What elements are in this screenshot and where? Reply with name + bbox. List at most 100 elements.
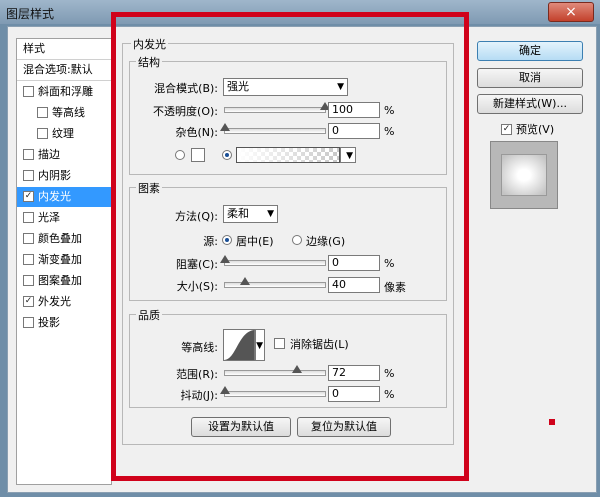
contour-curve-icon <box>224 330 254 360</box>
inner-glow-title: 内发光 <box>131 36 168 52</box>
style-item-label: 颜色叠加 <box>38 232 82 245</box>
gradient-radio[interactable] <box>222 150 232 160</box>
styles-header[interactable]: 样式 <box>17 39 111 60</box>
checkbox-icon[interactable] <box>23 232 34 244</box>
jitter-slider[interactable] <box>220 386 326 397</box>
size-input[interactable]: 40 <box>328 277 380 293</box>
chevron-down-icon: ▼ <box>346 151 353 161</box>
blend-mode-label: 混合模式(B): <box>154 82 218 95</box>
style-item-drop-shadow[interactable]: 投影 <box>17 313 117 333</box>
style-item-gradient-overlay[interactable]: 渐变叠加 <box>17 250 117 270</box>
blend-options-default[interactable]: 混合选项:默认 <box>17 60 111 81</box>
cancel-button[interactable]: 取消 <box>477 68 583 88</box>
checkbox-icon[interactable] <box>23 148 34 160</box>
noise-slider[interactable] <box>220 123 326 134</box>
slider-thumb[interactable] <box>220 255 230 263</box>
style-item-satin[interactable]: 光泽 <box>17 208 117 228</box>
source-center-radio[interactable] <box>222 235 232 245</box>
source-center-label[interactable]: 居中(E) <box>236 233 274 249</box>
layer-style-window: 图层样式 × 样式 混合选项:默认 斜面和浮雕 等高线 纹理 描边 内阴影 ✓ 内… <box>0 0 600 497</box>
preview-thumbnail <box>501 154 547 196</box>
close-icon[interactable]: × <box>565 4 577 20</box>
style-item-inner-shadow[interactable]: 内阴影 <box>17 166 117 186</box>
style-item-label: 斜面和浮雕 <box>38 85 93 98</box>
range-slider[interactable] <box>224 365 326 376</box>
size-unit: 像素 <box>384 281 406 294</box>
make-default-button[interactable]: 设置为默认值 <box>191 417 291 437</box>
style-item-stroke[interactable]: 描边 <box>17 145 117 165</box>
slider-thumb[interactable] <box>240 277 250 285</box>
checkbox-icon[interactable] <box>23 253 34 265</box>
glow-gradient-picker[interactable] <box>236 147 340 163</box>
choke-unit: % <box>384 257 395 270</box>
range-input[interactable]: 72 <box>328 365 380 381</box>
checkbox-icon[interactable] <box>23 169 34 181</box>
checkbox-icon[interactable] <box>23 211 34 223</box>
style-item-bevel-emboss[interactable]: 斜面和浮雕 <box>17 82 117 102</box>
noise-input[interactable]: 0 <box>328 123 380 139</box>
source-edge-radio[interactable] <box>292 235 302 245</box>
choke-label: 阻塞(C): <box>176 258 218 271</box>
style-item-color-overlay[interactable]: 颜色叠加 <box>17 229 117 249</box>
style-item-label: 图案叠加 <box>38 274 82 287</box>
checkbox-icon[interactable] <box>37 106 48 118</box>
style-item-outer-glow[interactable]: ✓ 外发光 <box>17 292 117 312</box>
style-item-label: 渐变叠加 <box>38 253 82 266</box>
technique-value: 柔和 <box>227 207 249 220</box>
elements-title: 图素 <box>136 180 162 196</box>
style-item-label: 纹理 <box>52 127 74 140</box>
blend-mode-select[interactable]: 强光 ▼ <box>223 78 348 96</box>
checkmark-icon[interactable]: ✓ <box>23 190 34 202</box>
noise-unit: % <box>384 125 395 138</box>
contour-label: 等高线: <box>181 341 218 354</box>
chevron-down-icon: ▼ <box>256 341 263 351</box>
style-item-label: 光泽 <box>38 211 60 224</box>
jitter-label: 抖动(J): <box>180 389 218 402</box>
slider-thumb[interactable] <box>220 123 230 131</box>
technique-label: 方法(Q): <box>175 210 218 223</box>
style-item-label: 内阴影 <box>38 169 71 182</box>
choke-slider[interactable] <box>220 255 326 266</box>
jitter-input[interactable]: 0 <box>328 386 380 402</box>
gradient-dropdown[interactable]: ▼ <box>340 147 356 163</box>
reset-default-button[interactable]: 复位为默认值 <box>297 417 391 437</box>
solid-color-radio[interactable] <box>175 150 185 160</box>
checkbox-icon[interactable] <box>23 85 34 97</box>
close-button[interactable]: × <box>548 2 594 22</box>
window-title: 图层样式 <box>6 7 55 21</box>
size-slider[interactable] <box>224 277 326 288</box>
checkbox-icon[interactable] <box>23 274 34 286</box>
red-marker <box>549 419 555 425</box>
choke-input[interactable]: 0 <box>328 255 380 271</box>
source-edge-label[interactable]: 边缘(G) <box>306 233 345 249</box>
style-item-label: 内发光 <box>38 190 71 203</box>
range-label: 范围(R): <box>176 368 218 381</box>
jitter-unit: % <box>384 388 395 401</box>
checkbox-icon[interactable] <box>37 127 48 139</box>
slider-thumb[interactable] <box>220 386 230 394</box>
checkbox-icon[interactable] <box>23 316 34 328</box>
technique-select[interactable]: 柔和 ▼ <box>223 205 278 223</box>
opacity-slider[interactable] <box>224 102 330 113</box>
dialog-client: 样式 混合选项:默认 斜面和浮雕 等高线 纹理 描边 内阴影 ✓ 内发光 光泽 颜… <box>7 12 597 493</box>
contour-picker[interactable] <box>223 329 255 361</box>
style-item-label: 描边 <box>38 148 60 161</box>
antialias-label[interactable]: 消除锯齿(L) <box>290 336 349 352</box>
style-item-inner-glow[interactable]: ✓ 内发光 <box>17 187 111 207</box>
contour-dropdown[interactable]: ▼ <box>255 329 265 361</box>
quality-title: 品质 <box>136 307 162 323</box>
opacity-input[interactable]: 100 <box>328 102 380 118</box>
size-label: 大小(S): <box>176 280 218 293</box>
style-item-label: 等高线 <box>52 106 85 119</box>
antialias-checkbox[interactable] <box>274 338 285 349</box>
style-preview <box>490 141 558 209</box>
slider-thumb[interactable] <box>292 365 302 373</box>
new-style-button[interactable]: 新建样式(W)... <box>477 94 583 114</box>
ok-button[interactable]: 确定 <box>477 41 583 61</box>
style-item-pattern-overlay[interactable]: 图案叠加 <box>17 271 117 291</box>
glow-color-swatch[interactable] <box>191 148 205 162</box>
preview-label[interactable]: 预览(V) <box>516 121 554 137</box>
checkmark-icon[interactable]: ✓ <box>23 295 34 307</box>
preview-checkbox[interactable]: ✓ <box>501 124 512 135</box>
structure-title: 结构 <box>136 54 162 70</box>
